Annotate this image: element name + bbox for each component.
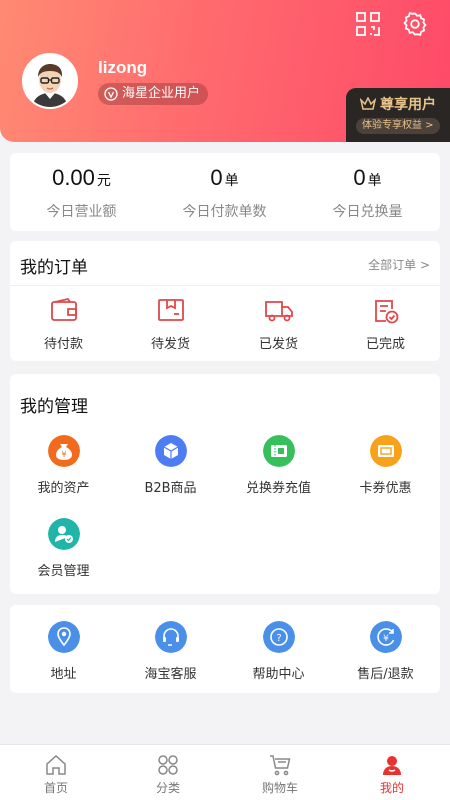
stat-revenue[interactable]: 0.00 元 今日营业额: [10, 153, 153, 231]
bottom-tab-bar: 首页 分类 购物车 我的: [0, 744, 450, 800]
service-help-center[interactable]: ? 帮助中心: [225, 621, 332, 682]
manage-label: 我的资产: [37, 481, 90, 496]
manage-members[interactable]: 会员管理: [10, 518, 117, 579]
cart-icon: [270, 755, 291, 776]
tab-label: 分类: [155, 781, 180, 795]
tab-profile[interactable]: 我的: [336, 745, 448, 800]
service-customer-support[interactable]: 海宝客服: [117, 621, 224, 682]
stat-label: 今日营业额: [46, 204, 117, 220]
stat-value: 0: [353, 165, 366, 190]
headset-icon: [154, 621, 187, 653]
manage-label: 卡券优惠: [359, 481, 412, 496]
coupon-icon: [262, 435, 295, 467]
service-label: 售后/退款: [357, 667, 414, 682]
card-icon: [369, 435, 402, 467]
service-after-sales[interactable]: ¥ 售后/退款: [332, 621, 439, 682]
home-icon: [46, 754, 66, 775]
order-label: 已发货: [258, 337, 298, 352]
username: lizong: [98, 58, 148, 77]
management-title: 我的管理: [20, 397, 88, 417]
stat-unit: 单: [367, 172, 382, 188]
tab-category[interactable]: 分类: [112, 745, 224, 800]
wallet-icon: [50, 297, 77, 321]
order-label: 待发货: [150, 337, 190, 352]
crown-icon: [360, 97, 376, 110]
user-type-badge: 海星企业用户: [98, 83, 209, 105]
location-icon: [47, 621, 80, 653]
my-management-card: 我的管理 ¥ 我的资产 B2B商品 兑换券充值 卡券优惠 会员管理: [10, 374, 440, 594]
my-orders-card: 我的订单 全部订单 > 待付款 待发货 已发货 已完成: [10, 241, 440, 361]
scan-icon[interactable]: [355, 11, 381, 37]
order-pending-payment[interactable]: 待付款: [10, 297, 117, 357]
tab-label: 首页: [43, 781, 68, 795]
vip-benefits-link[interactable]: 体验专享权益 >: [356, 118, 440, 134]
truck-icon: [264, 301, 293, 322]
service-label: 海宝客服: [144, 667, 197, 682]
stat-label: 今日兑换量: [332, 204, 403, 220]
profile-icon: [383, 756, 401, 775]
manage-label: 会员管理: [37, 564, 90, 579]
stat-unit: 元: [96, 172, 111, 188]
help-icon: ?: [262, 621, 295, 653]
member-icon: [47, 518, 80, 550]
order-shipped[interactable]: 已发货: [225, 297, 332, 357]
stat-value: 0: [210, 165, 223, 190]
tab-cart[interactable]: 购物车: [224, 745, 336, 800]
tab-home[interactable]: 首页: [0, 745, 112, 800]
svg-text:¥: ¥: [383, 634, 389, 644]
svg-text:?: ?: [276, 633, 281, 644]
stat-value: 0.00: [52, 165, 95, 190]
services-card: 地址 海宝客服 ? 帮助中心 ¥ 售后/退款: [10, 605, 440, 693]
all-orders-link[interactable]: 全部订单 >: [368, 256, 430, 273]
manage-my-assets[interactable]: ¥ 我的资产: [10, 435, 117, 496]
manage-card-coupons[interactable]: 卡券优惠: [332, 435, 439, 496]
service-label: 帮助中心: [252, 667, 305, 682]
manage-label: B2B商品: [144, 481, 197, 496]
refund-icon: ¥: [369, 621, 402, 653]
stat-paid-orders[interactable]: 0单 今日付款单数: [153, 153, 296, 231]
tab-label: 我的: [379, 781, 404, 795]
orders-title: 我的订单: [20, 258, 88, 278]
svg-text:¥: ¥: [61, 450, 66, 459]
box-icon: [157, 299, 184, 321]
order-label: 待付款: [43, 337, 83, 352]
today-stats-card: 0.00 元 今日营业额 0单 今日付款单数 0单 今日兑换量: [10, 153, 440, 231]
order-label: 已完成: [365, 337, 405, 352]
service-address[interactable]: 地址: [10, 621, 117, 682]
vip-title: 尊享用户: [380, 97, 436, 113]
tab-label: 购物车: [261, 781, 298, 795]
manage-label: 兑换券充值: [245, 481, 311, 496]
stat-label: 今日付款单数: [182, 204, 267, 220]
stat-unit: 单: [224, 172, 239, 188]
checklist-icon: [374, 300, 398, 324]
category-icon: [158, 755, 178, 775]
money-bag-icon: ¥: [47, 435, 80, 467]
manage-voucher-recharge[interactable]: 兑换券充值: [225, 435, 332, 496]
verified-icon: [104, 87, 118, 101]
cube-icon: [154, 435, 187, 467]
order-completed[interactable]: 已完成: [332, 297, 439, 357]
service-label: 地址: [50, 667, 77, 682]
avatar-illustration: [24, 55, 76, 107]
gear-icon[interactable]: [402, 11, 428, 37]
profile-header: lizong 海星企业用户 尊享用户 体验专享权益 >: [0, 0, 450, 142]
avatar[interactable]: [22, 53, 78, 109]
order-pending-shipment[interactable]: 待发货: [117, 297, 224, 357]
divider: [10, 285, 440, 286]
manage-b2b-products[interactable]: B2B商品: [117, 435, 224, 496]
vip-card[interactable]: 尊享用户 体验专享权益 >: [346, 88, 450, 142]
user-type-label: 海星企业用户: [122, 86, 201, 101]
stat-redemptions[interactable]: 0单 今日兑换量: [296, 153, 439, 231]
